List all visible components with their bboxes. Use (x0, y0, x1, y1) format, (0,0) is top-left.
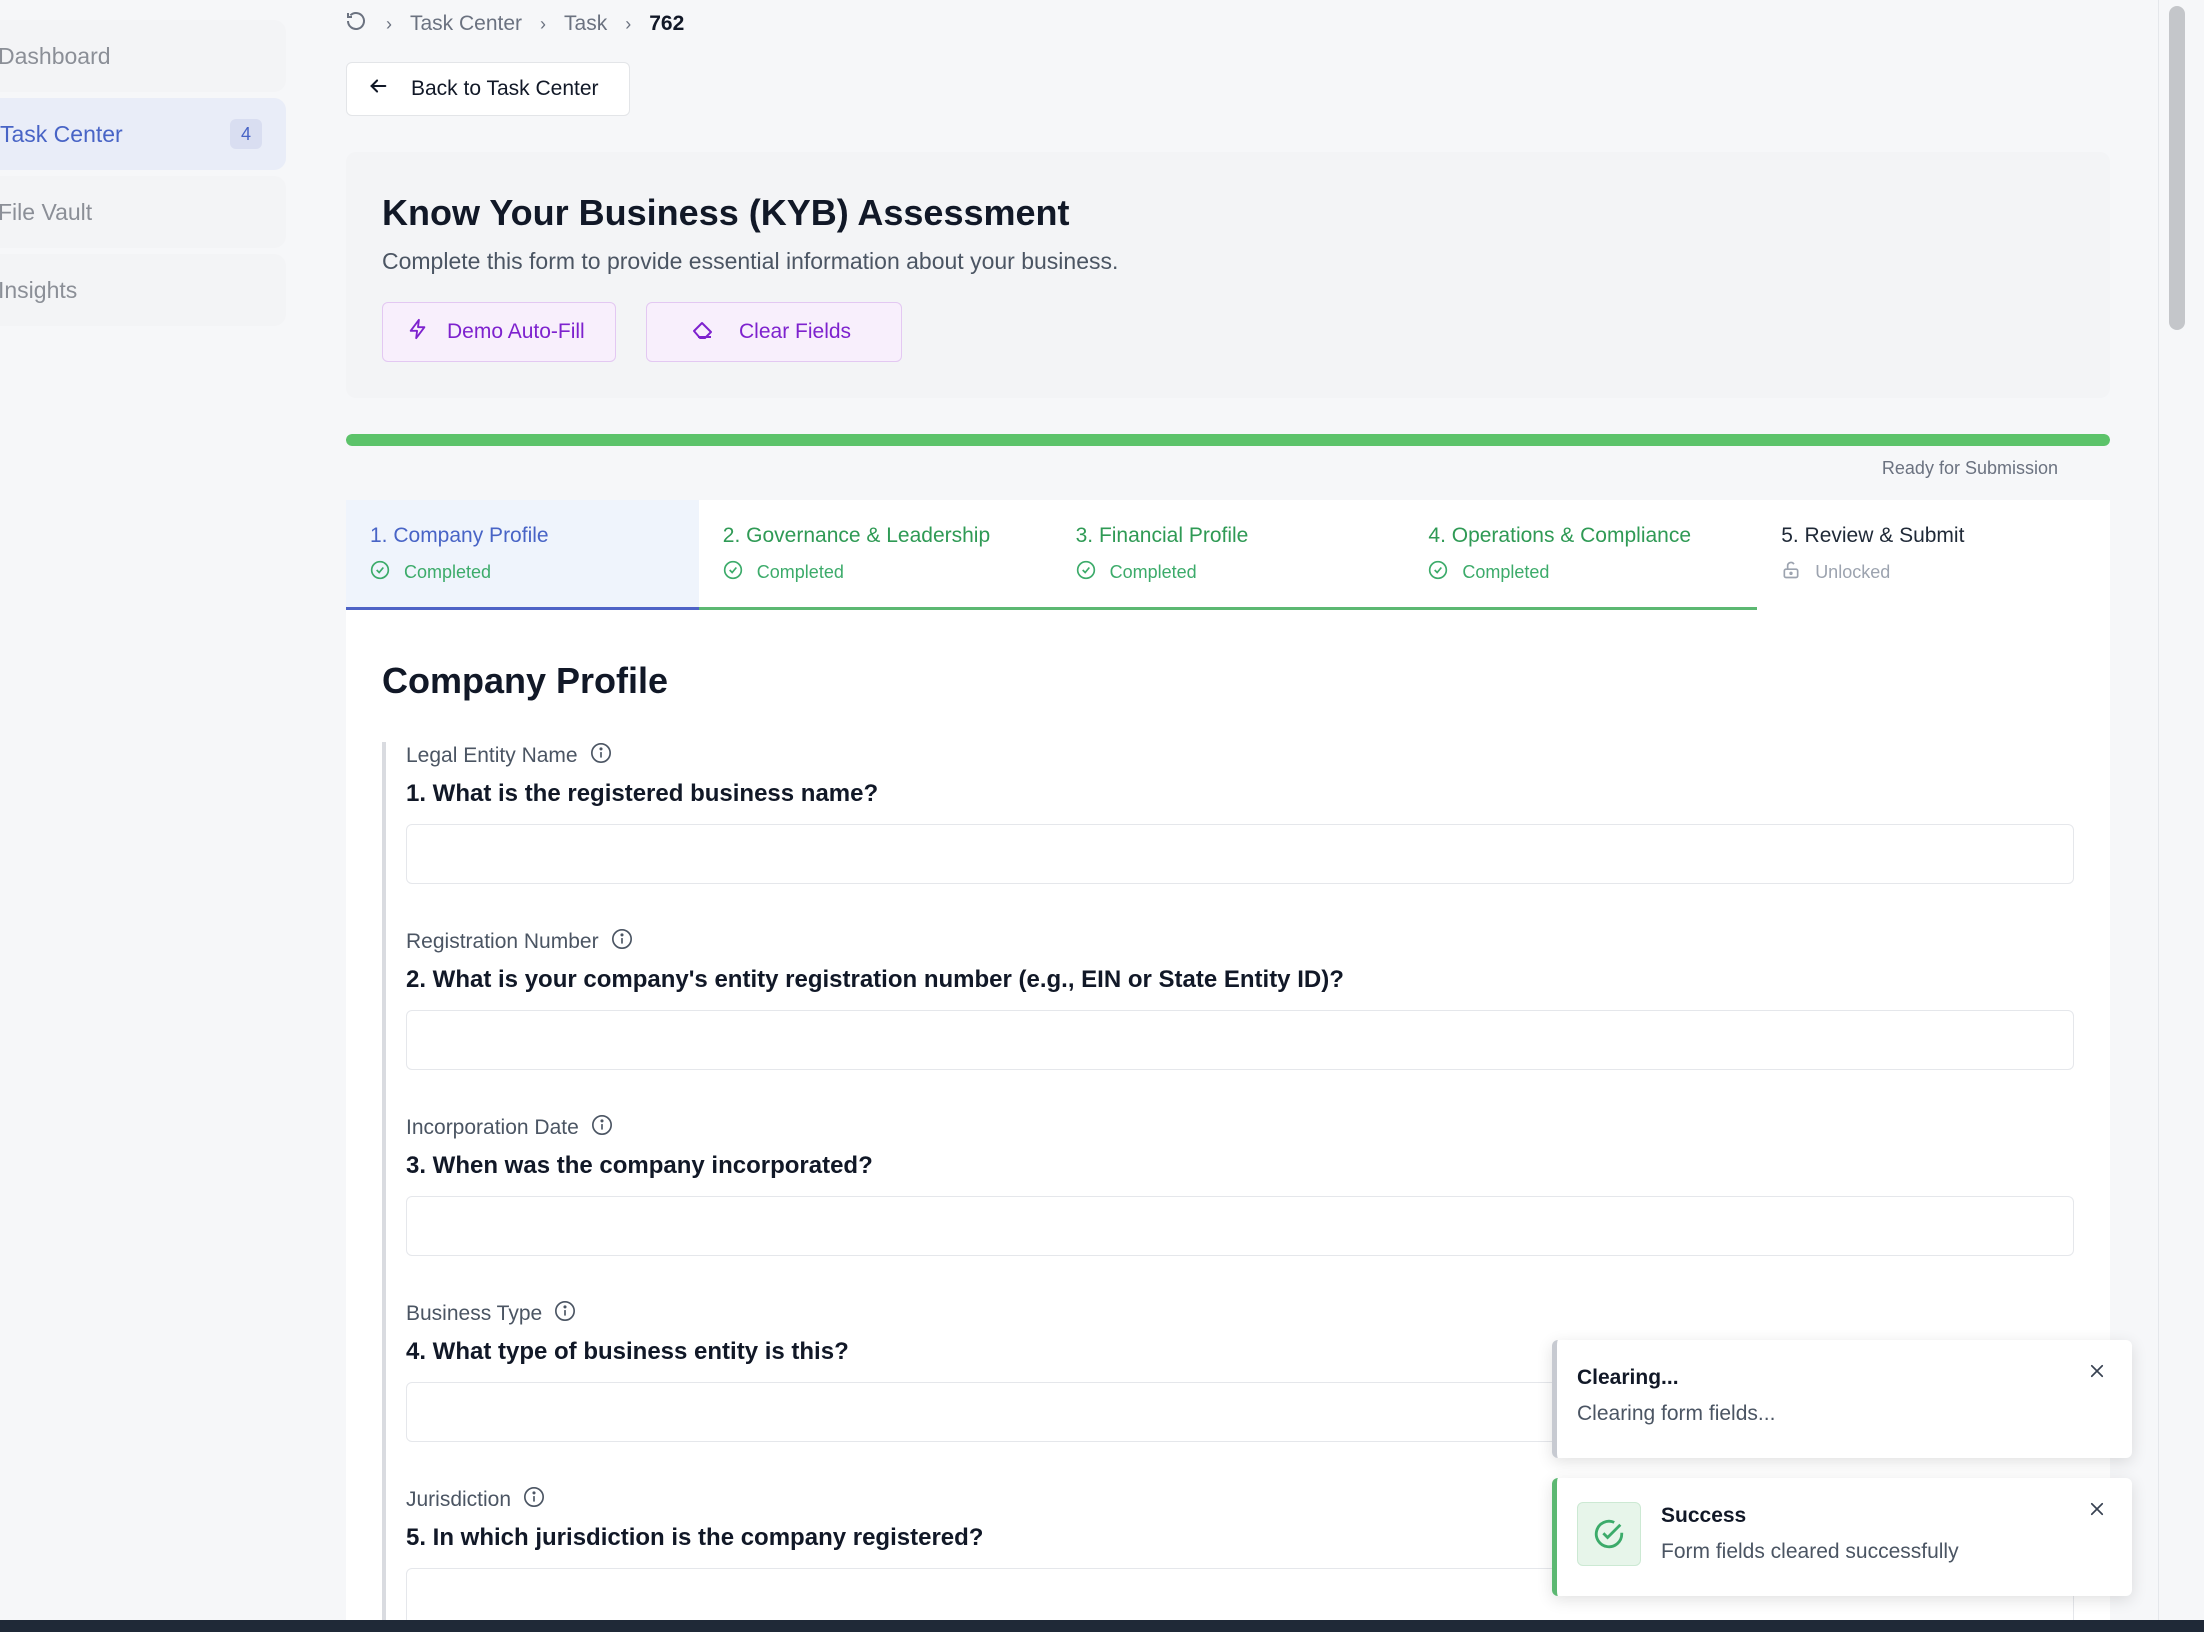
registration-number-input[interactable] (406, 1010, 2074, 1070)
question-text: 2. What is your company's entity registr… (406, 966, 1344, 993)
sidebar-item-label: File Vault (0, 198, 93, 225)
question-legal-entity-name: Legal Entity Name 1. What is the registe… (382, 742, 2084, 928)
chevron-right-icon: › (386, 13, 392, 34)
question-incorporation-date: Incorporation Date 3. When was the compa… (382, 1114, 2084, 1300)
toast-message: Clearing form fields... (1577, 1402, 1776, 1425)
clear-fields-label: Clear Fields (739, 320, 852, 343)
back-to-task-center-button[interactable]: Back to Task Center (346, 62, 630, 116)
window-bottom-edge (0, 1620, 2204, 1632)
page-title: Know Your Business (KYB) Assessment (382, 192, 1070, 233)
section-title: Company Profile (382, 660, 669, 701)
tab-label: 3. Financial Profile (1075, 524, 1249, 547)
breadcrumb-task-center[interactable]: Task Center (410, 12, 522, 36)
tab-status-text: Completed (1462, 562, 1550, 582)
sidebar-item-file-vault[interactable]: File Vault (0, 176, 286, 248)
info-icon[interactable] (611, 928, 633, 956)
toast-title: Clearing... (1577, 1366, 1679, 1389)
tab-status: Completed (1428, 560, 1757, 585)
breadcrumb: › Task Center › Task › 762 (344, 8, 684, 40)
progress-bar (346, 434, 2110, 446)
tab-label: 4. Operations & Compliance (1428, 524, 1692, 547)
close-icon[interactable] (2084, 1496, 2110, 1522)
scrollbar-thumb[interactable] (2169, 6, 2185, 330)
tab-label: 1. Company Profile (370, 524, 549, 547)
success-check-icon (1577, 1502, 1641, 1566)
tab-status: Completed (723, 560, 1052, 585)
toast-title: Success (1661, 1504, 1747, 1527)
toast-clearing: Clearing... Clearing form fields... (1552, 1340, 2132, 1458)
page-subtitle: Complete this form to provide essential … (382, 248, 1119, 274)
page-scrollbar[interactable] (2158, 0, 2204, 1620)
tab-status: Unlocked (1781, 560, 2110, 585)
question-label: Jurisdiction (406, 1488, 512, 1511)
chevron-right-icon: › (625, 13, 632, 34)
toast-success: Success Form fields cleared successfully (1552, 1478, 2132, 1596)
breadcrumb-current: 762 (649, 12, 685, 35)
chevron-right-icon: › (540, 13, 547, 34)
check-circle-icon (1076, 560, 1096, 585)
tab-governance-leadership[interactable]: 2. Governance & Leadership Completed (698, 500, 1052, 610)
toast-message: Form fields cleared successfully (1661, 1540, 1959, 1563)
question-label: Legal Entity Name (406, 744, 578, 767)
home-refresh-icon[interactable] (344, 9, 368, 39)
question-label-row: Legal Entity Name (406, 742, 2084, 770)
question-text: 3. When was the company incorporated? (406, 1152, 873, 1179)
check-circle-icon (370, 560, 390, 585)
tab-status-text: Completed (404, 562, 492, 582)
toast-body: Success Form fields cleared successfully (1661, 1504, 1959, 1564)
progress-bar-fill (346, 434, 2110, 446)
sidebar-item-label: Task Center (0, 120, 123, 147)
step-tabs: 1. Company Profile Completed 2. Governan… (346, 500, 2110, 610)
tab-status-text: Completed (756, 562, 844, 582)
question-registration-number: Registration Number 2. What is your comp… (382, 928, 2084, 1114)
breadcrumb-task[interactable]: Task (564, 12, 607, 36)
close-icon[interactable] (2084, 1358, 2110, 1384)
info-icon[interactable] (591, 1114, 613, 1142)
check-circle-icon (723, 560, 743, 585)
question-label-row: Registration Number (406, 928, 2084, 956)
question-label: Business Type (406, 1302, 543, 1325)
tab-review-submit[interactable]: 5. Review & Submit Unlocked (1757, 500, 2110, 610)
tab-status-text: Completed (1109, 562, 1197, 582)
question-text: 1. What is the registered business name? (406, 780, 879, 807)
task-count-badge: 4 (230, 119, 262, 149)
form-panel: Company Profile Legal Entity Name 1. Wha… (346, 610, 2110, 1620)
toast-body: Clearing... Clearing form fields... (1577, 1366, 1775, 1426)
question-label: Registration Number (406, 930, 599, 953)
tab-status-text: Unlocked (1815, 562, 1891, 582)
incorporation-date-input[interactable] (406, 1196, 2074, 1256)
unlock-icon (1781, 560, 1801, 585)
eraser-icon (691, 317, 715, 347)
sidebar-item-label: Insights (0, 276, 78, 303)
demo-autofill-button[interactable]: Demo Auto-Fill (382, 302, 616, 362)
tab-label: 5. Review & Submit (1781, 524, 1965, 547)
sidebar-item-label: Dashboard (0, 42, 111, 69)
question-label-row: Incorporation Date (406, 1114, 2084, 1142)
tab-operations-compliance[interactable]: 4. Operations & Compliance Completed (1404, 500, 1758, 610)
sidebar: Dashboard Task Center 4 File Vault Insig… (0, 0, 300, 1632)
sidebar-item-dashboard[interactable]: Dashboard (0, 20, 286, 92)
info-icon[interactable] (590, 742, 612, 770)
info-icon[interactable] (523, 1486, 545, 1514)
legal-entity-name-input[interactable] (406, 824, 2074, 884)
tab-financial-profile[interactable]: 3. Financial Profile Completed (1051, 500, 1405, 610)
clear-fields-button[interactable]: Clear Fields (646, 302, 902, 362)
arrow-left-icon (367, 75, 389, 103)
tab-label: 2. Governance & Leadership (722, 524, 991, 547)
tab-status: Completed (1076, 560, 1405, 585)
sidebar-item-insights[interactable]: Insights (0, 254, 286, 326)
back-button-label: Back to Task Center (411, 77, 599, 100)
demo-autofill-label: Demo Auto-Fill (447, 320, 585, 343)
question-label: Incorporation Date (406, 1116, 579, 1139)
sidebar-item-task-center[interactable]: Task Center 4 (0, 98, 286, 170)
assessment-header: Know Your Business (KYB) Assessment Comp… (346, 152, 2110, 398)
question-label-row: Business Type (406, 1300, 2084, 1328)
info-icon[interactable] (554, 1300, 576, 1328)
tab-company-profile[interactable]: 1. Company Profile Completed (346, 500, 699, 610)
lightning-icon (407, 318, 429, 346)
check-circle-icon (1428, 560, 1448, 585)
tab-status: Completed (370, 560, 699, 585)
progress-status-label: Ready for Submission (1881, 458, 2058, 478)
